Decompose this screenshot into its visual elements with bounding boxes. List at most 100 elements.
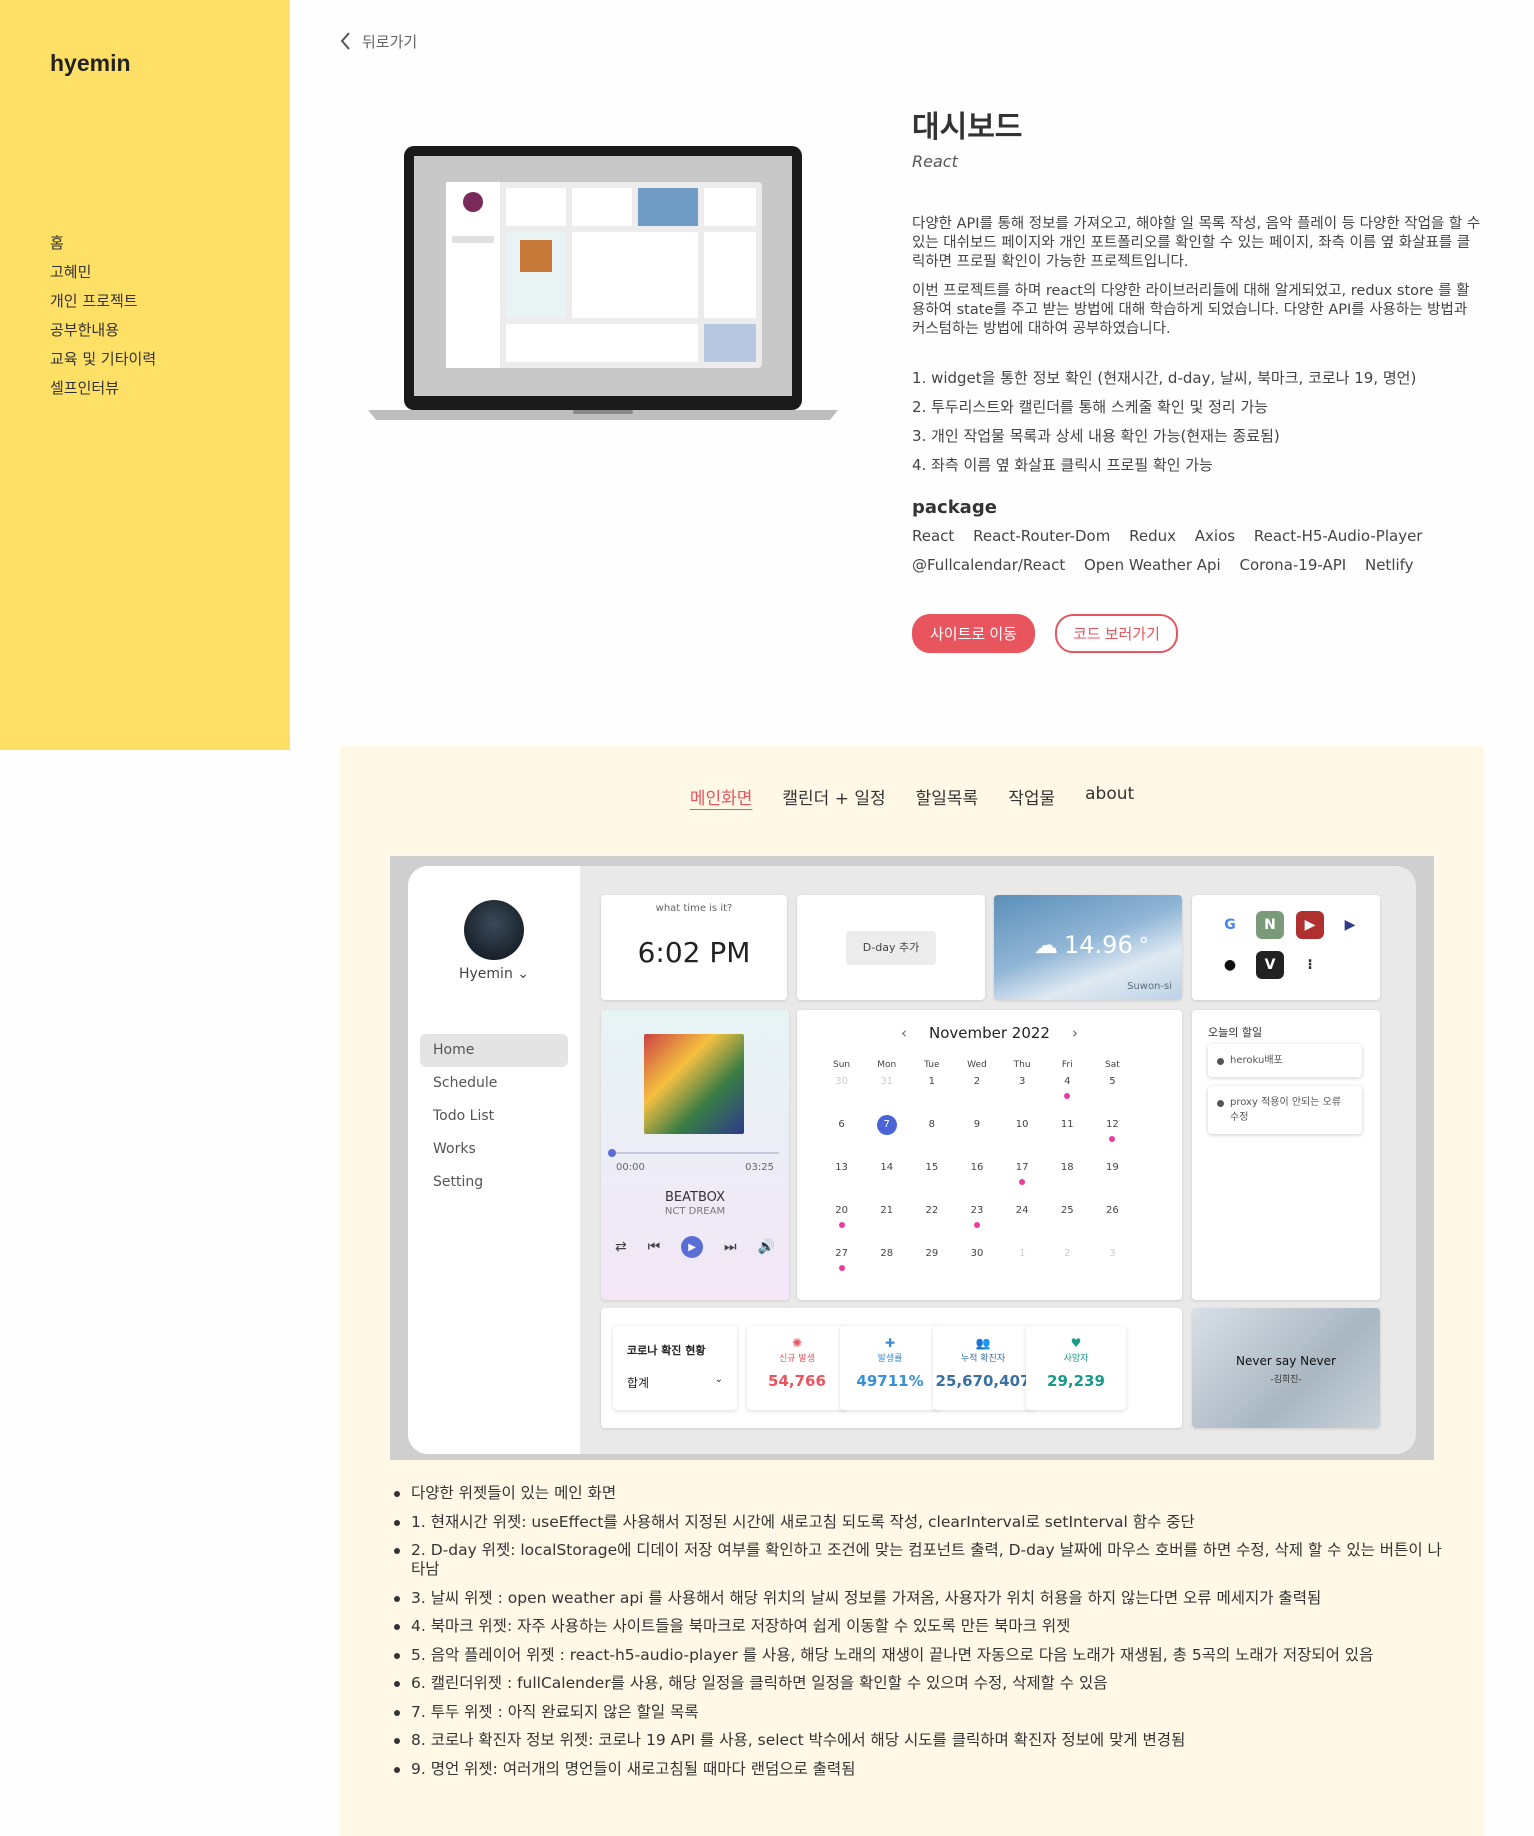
calendar-day: 4: [1045, 1072, 1090, 1115]
calendar-day-number: 7: [876, 1115, 897, 1135]
calendar-day: 28: [864, 1244, 909, 1287]
package-item: Redux: [1129, 527, 1176, 545]
project-title: 대시보드: [912, 110, 1023, 145]
user-name: Hyemin ⌄: [408, 966, 580, 982]
description-paragraph: 이번 프로젝트를 하며 react의 다양한 라이브러리들에 대해 알게되었고,…: [912, 283, 1470, 337]
calendar-day-number: 25: [1060, 1205, 1074, 1216]
description-paragraph: 다양한 API를 통해 정보를 가져오고, 해야할 일 목록 작성, 음악 플레…: [912, 216, 1481, 270]
calendar-day: 3: [1000, 1072, 1045, 1115]
view-code-button[interactable]: 코드 보러가기: [1054, 614, 1178, 653]
package-item: React-H5-Audio-Player: [1253, 527, 1423, 545]
stat-label: 발생률: [877, 1354, 903, 1364]
package-heading: package: [912, 497, 997, 518]
chevron-down-icon: ⌄: [517, 966, 529, 982]
time-label: what time is it?: [655, 903, 733, 914]
calendar-day-number: 29: [925, 1248, 939, 1259]
calendar-day: 26: [1090, 1201, 1135, 1244]
calendar-month: November 2022: [929, 1024, 1050, 1042]
weekday-row: Sun Mon Tue Wed Thu Fri Sat: [819, 1060, 1135, 1070]
degree-sign: °: [1138, 933, 1149, 957]
google-icon: G: [1216, 911, 1244, 939]
action-buttons: 사이트로 이동 코드 보러가기: [912, 614, 1482, 653]
chevron-left-icon: [340, 32, 350, 50]
dashboard-nav-todo: Todo List: [433, 1108, 495, 1124]
package-item: React-Router-Dom: [973, 527, 1111, 545]
sidebar-item-about[interactable]: 고혜민: [50, 261, 156, 290]
calendar-day: 14: [864, 1158, 909, 1201]
calendar-day-number: 24: [1015, 1205, 1029, 1216]
note-item: 3. 날씨 위젯 : open weather api 를 사용해서 해당 위치…: [392, 1589, 1442, 1608]
notion-icon: N: [1256, 911, 1284, 939]
dashboard-frame: Hyemin ⌄ Home Schedule Todo List Works S…: [408, 866, 1416, 1454]
stat-label: 신규 발생: [779, 1354, 815, 1364]
note-item: 4. 북마크 위젯: 자주 사용하는 사이트들을 북마크로 저장하여 쉽게 이동…: [392, 1617, 1442, 1636]
calendar-day: 5: [1090, 1072, 1135, 1115]
back-link[interactable]: 뒤로가기: [338, 30, 417, 52]
feature-list: 1. widget을 통한 정보 확인 (현재시간, d-day, 날씨, 북마…: [912, 367, 1482, 483]
package-item: Corona-19-API: [1239, 556, 1347, 574]
album-cover: [644, 1034, 744, 1134]
calendar-day-number: 6: [838, 1119, 845, 1130]
todo-widget: 오늘의 할일 heroku배포 proxy 적용이 안되는 오류 수정: [1192, 1010, 1380, 1300]
corona-title: 코로나 확진 현황: [627, 1344, 706, 1357]
calendar-day-number: 2: [1064, 1248, 1071, 1259]
sidebar-item-education[interactable]: 교육 및 기타이력: [50, 348, 156, 377]
calendar-day-number: 13: [835, 1162, 848, 1173]
people-icon: 👥: [975, 1336, 991, 1350]
elapsed-time: 00:00: [616, 1162, 645, 1173]
calendar-day: 9: [954, 1115, 999, 1158]
cloud-icon: ☁: [1034, 931, 1058, 959]
sidebar-item-projects[interactable]: 개인 프로젝트: [50, 290, 156, 319]
laptop-preview-image: [368, 146, 838, 420]
sidebar: hyemin 홈 고혜민 개인 프로젝트 공부한내용 교육 및 기타이력 셀프인…: [0, 0, 290, 750]
corona-stat-card: 👥 누적 확진자 25,670,407: [933, 1326, 1033, 1410]
calendar-day-number: 5: [1109, 1076, 1116, 1087]
total-time: 03:25: [745, 1162, 774, 1173]
corona-widget: 코로나 확진 현황 합계 ⌄ ✺ 신규 발생 54,766 ✚ 발생률 49711% 👥 누적…: [601, 1308, 1182, 1428]
avatar: [464, 900, 524, 960]
calendar-day-number: 28: [880, 1248, 894, 1259]
corona-stat-card: ♥ 사망자 29,239: [1026, 1326, 1126, 1410]
plus-icon: ✚: [884, 1336, 896, 1350]
calendar-day: 2: [954, 1072, 999, 1115]
sidebar-item-home[interactable]: 홈: [50, 232, 156, 261]
tab-todo[interactable]: 할일목록: [916, 784, 979, 809]
weather-widget: ☁ 14.96 ° Suwon-si: [994, 895, 1182, 1000]
package-row: @Fullcalendar/React Open Weather Api Cor…: [912, 551, 1482, 580]
shuffle-icon: ⇄: [615, 1239, 627, 1255]
logo[interactable]: hyemin: [50, 50, 131, 77]
tab-works[interactable]: 작업물: [1008, 784, 1055, 809]
calendar-day-number: 2: [973, 1076, 981, 1087]
calendar-day-number: 27: [835, 1248, 848, 1259]
calendar-day-number: 22: [925, 1205, 939, 1216]
calendar-day-number: 19: [1106, 1162, 1119, 1173]
calendar-day-number: 1: [928, 1076, 936, 1087]
sidebar-item-study[interactable]: 공부한내용: [50, 319, 156, 348]
youtube-icon: ▶: [1296, 911, 1324, 939]
dashboard-nav-schedule: Schedule: [433, 1075, 498, 1091]
quote-author: -김희진-: [1270, 1375, 1302, 1385]
note-item: 8. 코로나 확진자 정보 위젯: 코로나 19 API 를 사용, selec…: [392, 1731, 1442, 1750]
tab-calendar[interactable]: 캘린더 + 일정: [782, 784, 885, 809]
tab-main[interactable]: 메인화면: [690, 784, 753, 809]
calendar-day: 1: [909, 1072, 954, 1115]
calendar-day: 1: [1000, 1244, 1045, 1287]
song-artist: NCT DREAM: [664, 1206, 726, 1217]
calendar-day: 31: [864, 1072, 909, 1115]
calendar-day: 27: [819, 1244, 864, 1287]
sidebar-item-interview[interactable]: 셀프인터뷰: [50, 377, 156, 406]
calendar-day: 11: [1045, 1115, 1090, 1158]
play-store-icon: ▶: [1336, 911, 1364, 939]
calendar-widget: ‹ November 2022 › Sun Mon Tue Wed Thu Fri Sat …: [797, 1010, 1182, 1300]
visit-site-button[interactable]: 사이트로 이동: [912, 614, 1035, 653]
tab-about[interactable]: about: [1085, 784, 1134, 809]
calendar-day: 6: [819, 1115, 864, 1158]
calendar-day-number: 4: [1064, 1076, 1071, 1087]
player-controls: ⇄ ⏮ ▶ ⏭ 🔊: [615, 1236, 775, 1258]
calendar-day-number: 17: [1015, 1162, 1029, 1173]
time-value: 6:02 PM: [637, 936, 751, 969]
calendar-day: 20: [819, 1201, 864, 1244]
stat-value: 54,766: [768, 1372, 826, 1390]
screenshot-notes: 다양한 위젯들이 있는 메인 화면 1. 현재시간 위젯: useEffect를 …: [392, 1484, 1442, 1788]
calendar-day: 2: [1045, 1244, 1090, 1287]
